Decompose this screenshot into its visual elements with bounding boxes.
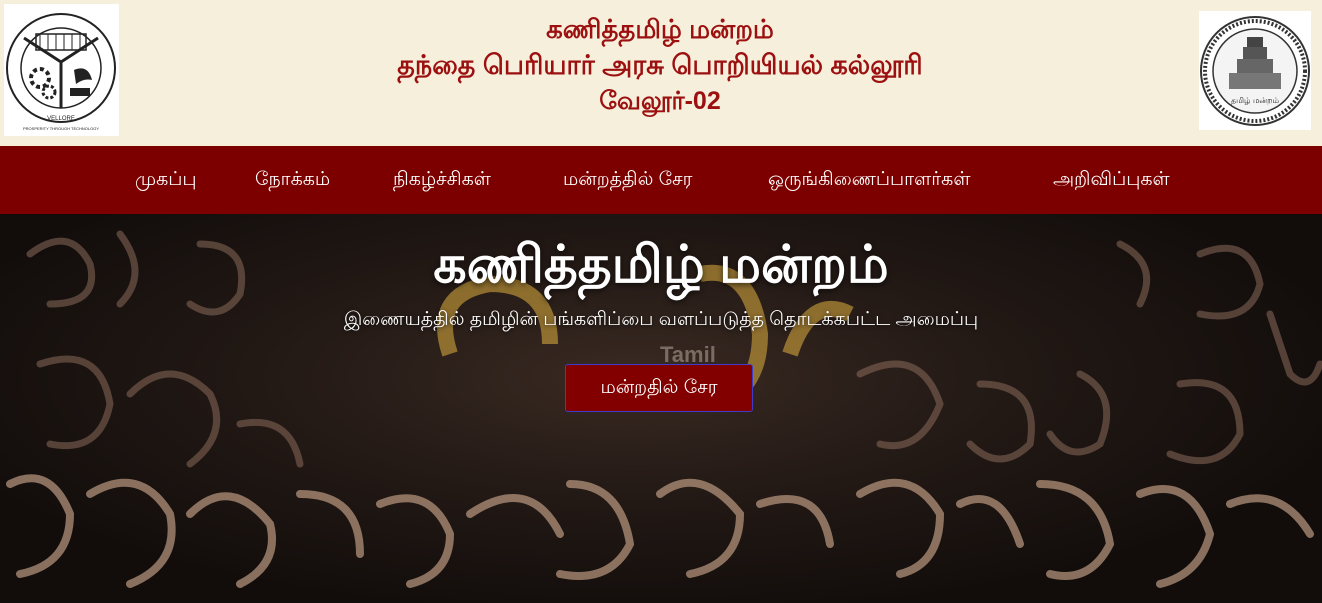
college-location: வேலூர்-02 bbox=[599, 87, 721, 115]
forum-name: கணித்தமிழ் மன்றம் bbox=[546, 14, 774, 44]
join-forum-button[interactable]: மன்றதில் சேர bbox=[565, 364, 753, 412]
nav-events[interactable]: நிகழ்ச்சிகள் bbox=[393, 146, 491, 214]
forum-seal-icon: தமிழ் மன்றம் bbox=[1200, 16, 1310, 126]
hero-title: கணித்தமிழ் மன்றம் bbox=[433, 236, 889, 294]
forum-seal-caption: தமிழ் மன்றம் bbox=[1231, 96, 1279, 105]
nav-coordinators[interactable]: ஒருங்கிணைப்பாளர்கள் bbox=[768, 146, 970, 214]
main-navbar: முகப்பு நோக்கம் நிகழ்ச்சிகள் மன்றத்தில் … bbox=[0, 146, 1322, 214]
hero-subtitle: இணையத்தில் தமிழின் பங்களிப்பை வளப்படுத்த… bbox=[343, 309, 979, 330]
nav-announcements[interactable]: அறிவிப்புகள் bbox=[1053, 146, 1170, 214]
hero-banner: Tamil கணித்தமிழ் மன்றம் இணையத்தில் தமிழி… bbox=[0, 214, 1322, 603]
logo-motto-text: PROSPERITY THROUGH TECHNOLOGY bbox=[23, 126, 99, 131]
college-name: தந்தை பெரியார் அரசு பொறியியல் கல்லூரி bbox=[397, 50, 923, 80]
logo-city-text: VELLORE bbox=[47, 116, 75, 122]
forum-logo[interactable]: தமிழ் மன்றம் bbox=[1199, 11, 1311, 130]
college-emblem-icon: VELLORE PROSPERITY THROUGH TECHNOLOGY bbox=[6, 13, 116, 131]
nav-objective[interactable]: நோக்கம் bbox=[255, 146, 330, 214]
header-titles: கணித்தமிழ் மன்றம் தந்தை பெரியார் அரசு பொ… bbox=[160, 12, 1160, 118]
site-header: VELLORE PROSPERITY THROUGH TECHNOLOGY கண… bbox=[0, 0, 1322, 146]
college-logo[interactable]: VELLORE PROSPERITY THROUGH TECHNOLOGY bbox=[4, 4, 119, 136]
nav-home[interactable]: முகப்பு bbox=[135, 146, 197, 214]
nav-join[interactable]: மன்றத்தில் சேர bbox=[563, 146, 692, 214]
